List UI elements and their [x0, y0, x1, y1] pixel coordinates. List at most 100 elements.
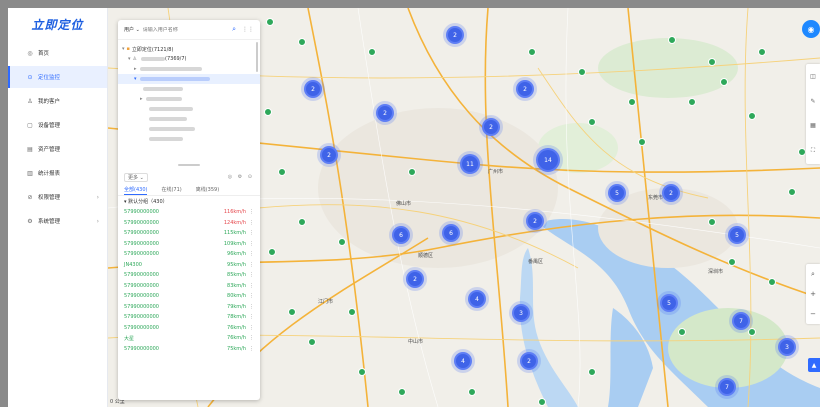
- poi-marker-icon[interactable]: [408, 168, 416, 176]
- sidebar-item-user[interactable]: ♙ 我的客户: [8, 90, 107, 112]
- device-cluster[interactable]: 5: [660, 294, 678, 312]
- more-icon[interactable]: ⋮: [246, 335, 254, 341]
- traffic-icon[interactable]: ▦: [810, 122, 816, 129]
- device-cluster[interactable]: 2: [446, 26, 464, 44]
- poi-marker-icon[interactable]: [278, 168, 286, 176]
- device-row[interactable]: 57990000000 78km/h ⋮: [118, 312, 260, 323]
- poi-marker-icon[interactable]: [348, 308, 356, 316]
- poi-marker-icon[interactable]: [798, 148, 806, 156]
- poi-marker-icon[interactable]: [538, 398, 546, 406]
- device-cluster[interactable]: 2: [482, 118, 500, 136]
- search-scope-select[interactable]: 用户 ⌄: [124, 26, 140, 33]
- notification-button[interactable]: ▲: [808, 358, 820, 372]
- tree-node-item[interactable]: [118, 124, 260, 134]
- filter-select[interactable]: 更多 ⌄: [124, 172, 148, 182]
- poi-marker-icon[interactable]: [298, 218, 306, 226]
- tree-node-child[interactable]: ▾ ♙ (7369/7): [118, 54, 260, 64]
- poi-marker-icon[interactable]: [468, 388, 476, 396]
- menu-icon[interactable]: ⋮⋮: [242, 26, 254, 33]
- device-cluster[interactable]: 4: [454, 352, 472, 370]
- search-input[interactable]: [142, 26, 213, 33]
- poi-marker-icon[interactable]: [298, 38, 306, 46]
- poi-marker-icon[interactable]: [678, 328, 686, 336]
- more-icon[interactable]: ⋮: [246, 304, 254, 310]
- poi-marker-icon[interactable]: [768, 278, 776, 286]
- more-icon[interactable]: ⋮: [246, 314, 254, 320]
- device-cluster[interactable]: 2: [662, 184, 680, 202]
- tree-node-item[interactable]: [118, 104, 260, 114]
- device-cluster[interactable]: 4: [468, 290, 486, 308]
- sidebar-item-location[interactable]: ⊙ 定位监控: [8, 66, 107, 88]
- tab-status-2[interactable]: 离线(359): [196, 184, 219, 195]
- more-icon[interactable]: ⋮: [246, 251, 254, 257]
- device-cluster[interactable]: 3: [512, 304, 530, 322]
- more-icon[interactable]: ⋮: [246, 220, 254, 226]
- device-cluster[interactable]: 2: [304, 80, 322, 98]
- poi-marker-icon[interactable]: [708, 58, 716, 66]
- poi-marker-icon[interactable]: [688, 98, 696, 106]
- device-row[interactable]: 57990000000 85km/h ⋮: [118, 270, 260, 281]
- poi-marker-icon[interactable]: [264, 108, 272, 116]
- magnify-icon[interactable]: ⌕: [811, 270, 815, 279]
- device-row[interactable]: 57990000000 109km/h ⋮: [118, 239, 260, 250]
- more-icon[interactable]: ⋮: [246, 325, 254, 331]
- poi-marker-icon[interactable]: [358, 368, 366, 376]
- device-cluster[interactable]: 2: [516, 80, 534, 98]
- fullscreen-icon[interactable]: ⛶: [811, 147, 815, 155]
- device-cluster[interactable]: 6: [392, 226, 410, 244]
- poi-marker-icon[interactable]: [668, 36, 676, 44]
- device-cluster[interactable]: 7: [718, 378, 736, 396]
- zoom-in-button[interactable]: +: [810, 290, 816, 298]
- device-row[interactable]: 57990000000 79km/h ⋮: [118, 302, 260, 313]
- device-row[interactable]: 57990000000 76km/h ⋮: [118, 323, 260, 334]
- poi-marker-icon[interactable]: [588, 368, 596, 376]
- poi-marker-icon[interactable]: [368, 48, 376, 56]
- locate-button[interactable]: ◉: [802, 20, 820, 38]
- device-row[interactable]: 大星 76km/h ⋮: [118, 333, 260, 344]
- poi-marker-icon[interactable]: [748, 328, 756, 336]
- poi-marker-icon[interactable]: [638, 138, 646, 146]
- device-row[interactable]: 57990000000 124km/h ⋮: [118, 218, 260, 229]
- device-cluster[interactable]: 5: [728, 226, 746, 244]
- device-row[interactable]: JN4300 95km/h ⋮: [118, 260, 260, 271]
- poi-marker-icon[interactable]: [528, 48, 536, 56]
- list-tool-icons[interactable]: ◎ ⚙ ⊙: [228, 174, 254, 180]
- poi-marker-icon[interactable]: [758, 48, 766, 56]
- more-icon[interactable]: ⋮: [246, 283, 254, 289]
- device-cluster[interactable]: 2: [320, 146, 338, 164]
- poi-marker-icon[interactable]: [288, 308, 296, 316]
- poi-marker-icon[interactable]: [720, 78, 728, 86]
- sidebar-item-report[interactable]: ▥ 统计报表: [8, 162, 107, 184]
- device-row[interactable]: 57990000000 96km/h ⋮: [118, 249, 260, 260]
- device-cluster[interactable]: 2: [376, 104, 394, 122]
- sidebar-item-settings[interactable]: ⚙ 系统管理 ›: [8, 210, 107, 232]
- tab-status-1[interactable]: 在线(71): [161, 184, 181, 195]
- sidebar-item-asset[interactable]: ▤ 资产管理: [8, 138, 107, 160]
- panel-resize-handle[interactable]: [118, 160, 260, 170]
- device-cluster[interactable]: 2: [520, 352, 538, 370]
- poi-marker-icon[interactable]: [728, 258, 736, 266]
- search-icon[interactable]: ⌕: [232, 25, 236, 34]
- poi-marker-icon[interactable]: [628, 98, 636, 106]
- poi-marker-icon[interactable]: [748, 112, 756, 120]
- sidebar-item-home[interactable]: ◎ 首页: [8, 42, 107, 64]
- device-cluster[interactable]: 2: [526, 212, 544, 230]
- device-group[interactable]: ▾ 默认分组（430）: [118, 196, 260, 207]
- tab-status-0[interactable]: 全部(430): [124, 184, 148, 195]
- measure-icon[interactable]: ✎: [810, 98, 815, 105]
- device-row[interactable]: 57990000000 116km/h ⋮: [118, 207, 260, 218]
- device-cluster[interactable]: 11: [460, 154, 480, 174]
- tree-node-item[interactable]: [118, 84, 260, 94]
- poi-marker-icon[interactable]: [268, 248, 276, 256]
- sidebar-item-device[interactable]: ▢ 设备管理: [8, 114, 107, 136]
- device-cluster[interactable]: 5: [608, 184, 626, 202]
- device-cluster[interactable]: 3: [778, 338, 796, 356]
- poi-marker-icon[interactable]: [308, 338, 316, 346]
- more-icon[interactable]: ⋮: [246, 262, 254, 268]
- zoom-out-button[interactable]: −: [810, 310, 816, 318]
- tree-node-item[interactable]: ▸: [118, 94, 260, 104]
- more-icon[interactable]: ⋮: [246, 241, 254, 247]
- tree-scrollbar[interactable]: [256, 42, 258, 72]
- device-row[interactable]: 57990000000 80km/h ⋮: [118, 291, 260, 302]
- layers-icon[interactable]: ◫: [810, 73, 816, 80]
